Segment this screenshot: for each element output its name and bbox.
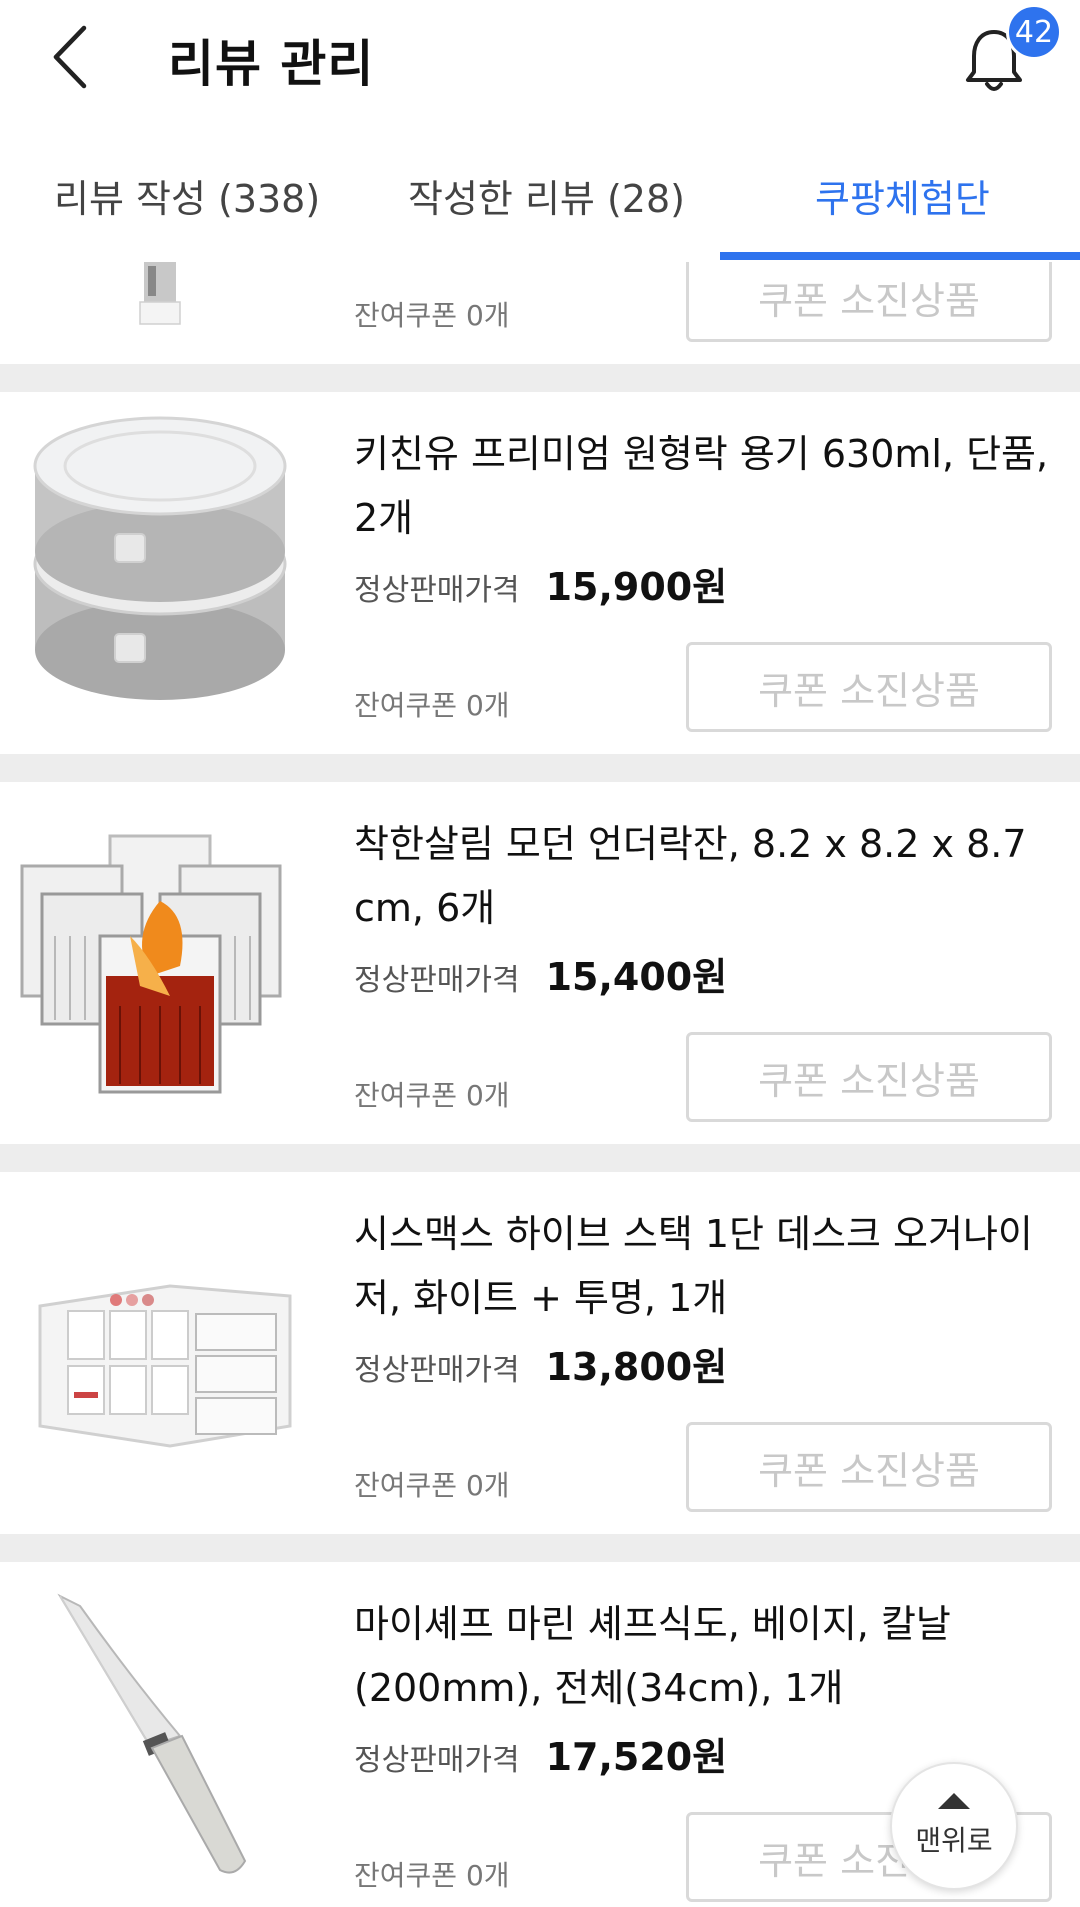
list-item: 잔여쿠폰 0개 쿠폰 소진상품 <box>0 262 1080 364</box>
scroll-top-button[interactable]: 맨위로 <box>890 1762 1018 1890</box>
tab-coupang-experience[interactable]: 쿠팡체험단 <box>815 168 990 223</box>
chef-knife-thumb-icon <box>57 1593 247 1874</box>
tab-written-reviews[interactable]: 작성한 리뷰 (28) <box>408 168 685 223</box>
glass-set-thumb-icon <box>20 834 282 1094</box>
chevron-left-icon <box>53 25 87 89</box>
remaining-coupon-text: 잔여쿠폰 0개 <box>354 299 510 332</box>
page-title: 리뷰 관리 <box>168 35 375 93</box>
product-name: 착한살림 모던 언더락잔, 8.2 x 8.2 x 8.7 cm, 6개 <box>354 822 1027 930</box>
list-item[interactable]: 시스맥스 하이브 스택 1단 데스크 오거나이저, 화이트 + 투명, 1개 정… <box>0 1172 1080 1534</box>
remaining-coupon-text: 잔여쿠폰 0개 <box>354 1469 510 1502</box>
tab-bar: 리뷰 작성 (338) 작성한 리뷰 (28) 쿠팡체험단 <box>0 140 1080 262</box>
remaining-coupon-text: 잔여쿠폰 0개 <box>354 689 510 722</box>
list-item[interactable]: 키친유 프리미엄 원형락 용기 630ml, 단품, 2개 정상판매가격 15,… <box>0 392 1080 754</box>
coupon-soldout-button[interactable]: 쿠폰 소진상품 <box>686 262 1052 342</box>
app-header: 리뷰 관리 42 <box>0 0 1080 118</box>
notification-badge: 42 <box>1006 4 1062 60</box>
price-label: 정상판매가격 <box>354 963 520 998</box>
divider <box>0 1144 1080 1172</box>
price-row: 정상판매가격 17,520원 <box>354 1726 727 1781</box>
price-value: 17,520원 <box>545 1735 728 1779</box>
product-name: 키친유 프리미엄 원형락 용기 630ml, 단품, 2개 <box>354 432 1049 540</box>
food-container-thumb-icon <box>33 416 287 700</box>
price-value: 15,900원 <box>545 565 728 609</box>
price-label: 정상판매가격 <box>354 573 520 608</box>
product-list: 잔여쿠폰 0개 쿠폰 소진상품 키친유 프리미엄 원형락 용기 630ml, 단… <box>0 262 1080 1907</box>
back-button[interactable] <box>40 22 100 92</box>
price-value: 13,800원 <box>545 1345 728 1389</box>
product-name: 마이셰프 마린 셰프식도, 베이지, 칼날(200mm), 전체(34cm), … <box>354 1602 951 1710</box>
coupon-soldout-button[interactable]: 쿠폰 소진상품 <box>686 1422 1052 1512</box>
remaining-coupon-text: 잔여쿠폰 0개 <box>354 1079 510 1112</box>
price-label: 정상판매가격 <box>354 1353 520 1388</box>
coupon-soldout-button[interactable]: 쿠폰 소진상품 <box>686 1032 1052 1122</box>
coupon-soldout-button[interactable]: 쿠폰 소진상품 <box>686 642 1052 732</box>
scroll-top-label: 맨위로 <box>915 1824 993 1857</box>
price-label: 정상판매가격 <box>354 1743 520 1778</box>
remaining-coupon-text: 잔여쿠폰 0개 <box>354 1859 510 1892</box>
list-item[interactable]: 착한살림 모던 언더락잔, 8.2 x 8.2 x 8.7 cm, 6개 정상판… <box>0 782 1080 1144</box>
tab-write-review[interactable]: 리뷰 작성 (338) <box>54 168 320 223</box>
cup-product-thumb-icon <box>139 262 181 325</box>
arrow-up-icon <box>938 1793 970 1809</box>
price-value: 15,400원 <box>545 955 728 999</box>
product-name: 시스맥스 하이브 스택 1단 데스크 오거나이저, 화이트 + 투명, 1개 <box>354 1212 1033 1320</box>
price-row: 정상판매가격 15,400원 <box>354 946 727 1001</box>
active-tab-indicator <box>720 252 1080 260</box>
price-row: 정상판매가격 15,900원 <box>354 556 727 611</box>
divider <box>0 1534 1080 1562</box>
price-row: 정상판매가격 13,800원 <box>354 1336 727 1391</box>
divider <box>0 754 1080 782</box>
desk-organizer-thumb-icon <box>38 1284 292 1448</box>
divider <box>0 364 1080 392</box>
